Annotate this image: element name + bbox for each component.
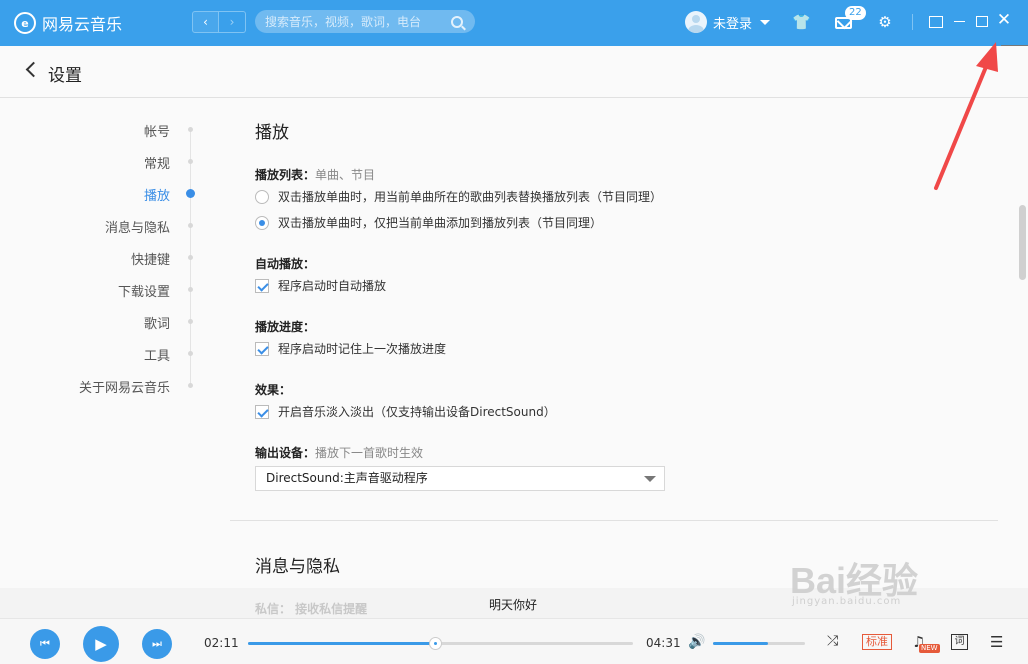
- autoplay-checkbox[interactable]: [255, 278, 269, 293]
- output-device-select[interactable]: DirectSound:主声音驱动程序: [255, 466, 665, 491]
- sidebar-item-8[interactable]: 关于网易云音乐: [10, 377, 170, 396]
- resume-progress-option[interactable]: 程序启动时记住上一次播放进度: [255, 340, 446, 357]
- current-time: 02:11: [204, 636, 239, 650]
- sidebar-item-6[interactable]: 歌词: [10, 313, 170, 332]
- minimize-icon[interactable]: [954, 21, 965, 22]
- sidebar-dot: [188, 319, 193, 324]
- output-device-hint: 播放下一首歌时生效: [315, 446, 424, 460]
- user-menu[interactable]: 未登录: [685, 11, 771, 33]
- option-label: 双击播放单曲时，用当前单曲所在的歌曲列表替换播放列表（节目同理）: [278, 190, 663, 204]
- playlist-label: 播放列表：单曲、节目: [255, 168, 376, 182]
- section-title-playback: 播放: [255, 123, 289, 143]
- lyric-button[interactable]: 词: [951, 634, 968, 650]
- sidebar-item-5[interactable]: 下载设置: [10, 281, 170, 300]
- sidebar-dot: [188, 223, 193, 228]
- radio-append[interactable]: [255, 215, 269, 230]
- search-icon[interactable]: [451, 15, 463, 28]
- sidebar-dot: [188, 351, 193, 356]
- playlist-hint: 单曲、节目: [315, 168, 376, 182]
- option-label: 程序启动时自动播放: [278, 279, 387, 293]
- user-name[interactable]: 未登录: [713, 13, 752, 32]
- scrollbar[interactable]: [1019, 205, 1026, 280]
- chevron-down-icon[interactable]: [760, 19, 771, 25]
- output-device-value: DirectSound:主声音驱动程序: [266, 471, 428, 485]
- mail-count-badge: 22: [845, 6, 866, 20]
- sidebar-dot: [188, 287, 193, 292]
- sidebar-item-0[interactable]: 帐号: [10, 121, 170, 140]
- progress-slider[interactable]: [248, 637, 633, 650]
- next-track-button[interactable]: ⏭: [142, 629, 172, 659]
- section-title-privacy: 消息与隐私: [255, 557, 340, 577]
- option-label: 程序启动时记住上一次播放进度: [278, 342, 447, 356]
- close-icon[interactable]: ✕: [996, 12, 1012, 30]
- previous-track-button[interactable]: ⏮: [30, 629, 60, 659]
- sidebar-item-2[interactable]: 播放: [10, 185, 170, 204]
- output-device-label: 输出设备：播放下一首歌时生效: [255, 446, 424, 460]
- progress-fill: [248, 642, 435, 645]
- sidebar-item-3[interactable]: 消息与隐私: [10, 217, 170, 236]
- new-badge: NEW: [919, 644, 940, 653]
- divider: [912, 14, 913, 30]
- maximize-icon[interactable]: [976, 16, 988, 27]
- quality-button[interactable]: 标准: [862, 634, 892, 650]
- sidebar-item-4[interactable]: 快捷键: [10, 249, 170, 268]
- watermark-url: jingyan.baidu.com: [792, 596, 902, 607]
- sidebar-dot: [188, 383, 193, 388]
- playlist-option-replace[interactable]: 双击播放单曲时，用当前单曲所在的歌曲列表替换播放列表（节目同理）: [255, 188, 662, 205]
- sidebar-item-1[interactable]: 常规: [10, 153, 170, 172]
- chevron-down-icon[interactable]: [644, 476, 656, 482]
- skin-icon[interactable]: 👕: [792, 14, 811, 30]
- sidebar-dot: [188, 255, 193, 260]
- progress-handle[interactable]: [428, 637, 442, 650]
- app-logo[interactable]: e 网易云音乐: [14, 11, 122, 35]
- fade-checkbox[interactable]: [255, 404, 269, 419]
- current-lyric: 明天你好: [489, 598, 538, 612]
- volume-fill: [713, 642, 769, 645]
- avatar[interactable]: [685, 11, 707, 33]
- resume-progress-label: 播放进度：: [255, 320, 316, 334]
- sidebar-dot: [188, 159, 193, 164]
- forward-button[interactable]: ›: [219, 11, 246, 33]
- option-label: 双击播放单曲时，仅把当前单曲添加到播放列表（节目同理）: [278, 216, 603, 230]
- privacy-message-row: 私信： 接收私信提醒: [255, 602, 368, 616]
- effects-label: 效果：: [255, 383, 292, 397]
- netease-music-logo-icon: e: [14, 12, 36, 34]
- page-title: 设置: [48, 66, 82, 86]
- section-divider: [230, 520, 998, 521]
- option-label: 开启音乐淡入淡出（仅支持输出设备DirectSound）: [278, 405, 556, 419]
- search-placeholder: 搜索音乐，视频，歌词，电台: [265, 15, 422, 29]
- chevron-left-icon[interactable]: [25, 61, 42, 78]
- total-time: 04:31: [646, 636, 681, 650]
- fade-option[interactable]: 开启音乐淡入淡出（仅支持输出设备DirectSound）: [255, 403, 556, 420]
- volume-slider[interactable]: [713, 642, 805, 645]
- back-button[interactable]: ‹: [192, 11, 219, 33]
- search-input[interactable]: 搜索音乐，视频，歌词，电台: [255, 10, 475, 33]
- playlist-icon[interactable]: ☰: [990, 633, 1003, 651]
- shuffle-icon[interactable]: ⤮: [827, 633, 838, 649]
- autoplay-label: 自动播放：: [255, 257, 316, 271]
- autoplay-option[interactable]: 程序启动时自动播放: [255, 277, 386, 294]
- radio-replace[interactable]: [255, 189, 269, 204]
- app-name: 网易云音乐: [42, 15, 123, 34]
- playlist-option-append[interactable]: 双击播放单曲时，仅把当前单曲添加到播放列表（节目同理）: [255, 214, 602, 231]
- play-button[interactable]: ▶: [83, 626, 119, 662]
- player-bar: ⏮ ▶ ⏭ 02:11 04:31 🔊 ⤮ 标准 ♫ NEW 词 ☰: [0, 618, 1028, 664]
- title-bar: e 网易云音乐 ‹ › 搜索音乐，视频，歌词，电台 未登录 👕 22 ⚙ ✕: [0, 0, 1028, 46]
- gear-icon[interactable]: ⚙: [877, 14, 893, 30]
- history-nav: ‹ ›: [192, 11, 246, 33]
- page-header: 设置: [0, 46, 1028, 98]
- volume-icon[interactable]: 🔊: [688, 634, 705, 650]
- mini-mode-icon[interactable]: [929, 16, 943, 28]
- sidebar-item-7[interactable]: 工具: [10, 345, 170, 364]
- resume-progress-checkbox[interactable]: [255, 341, 269, 356]
- sidebar-dot: [188, 127, 193, 132]
- sidebar-dot: [186, 189, 195, 198]
